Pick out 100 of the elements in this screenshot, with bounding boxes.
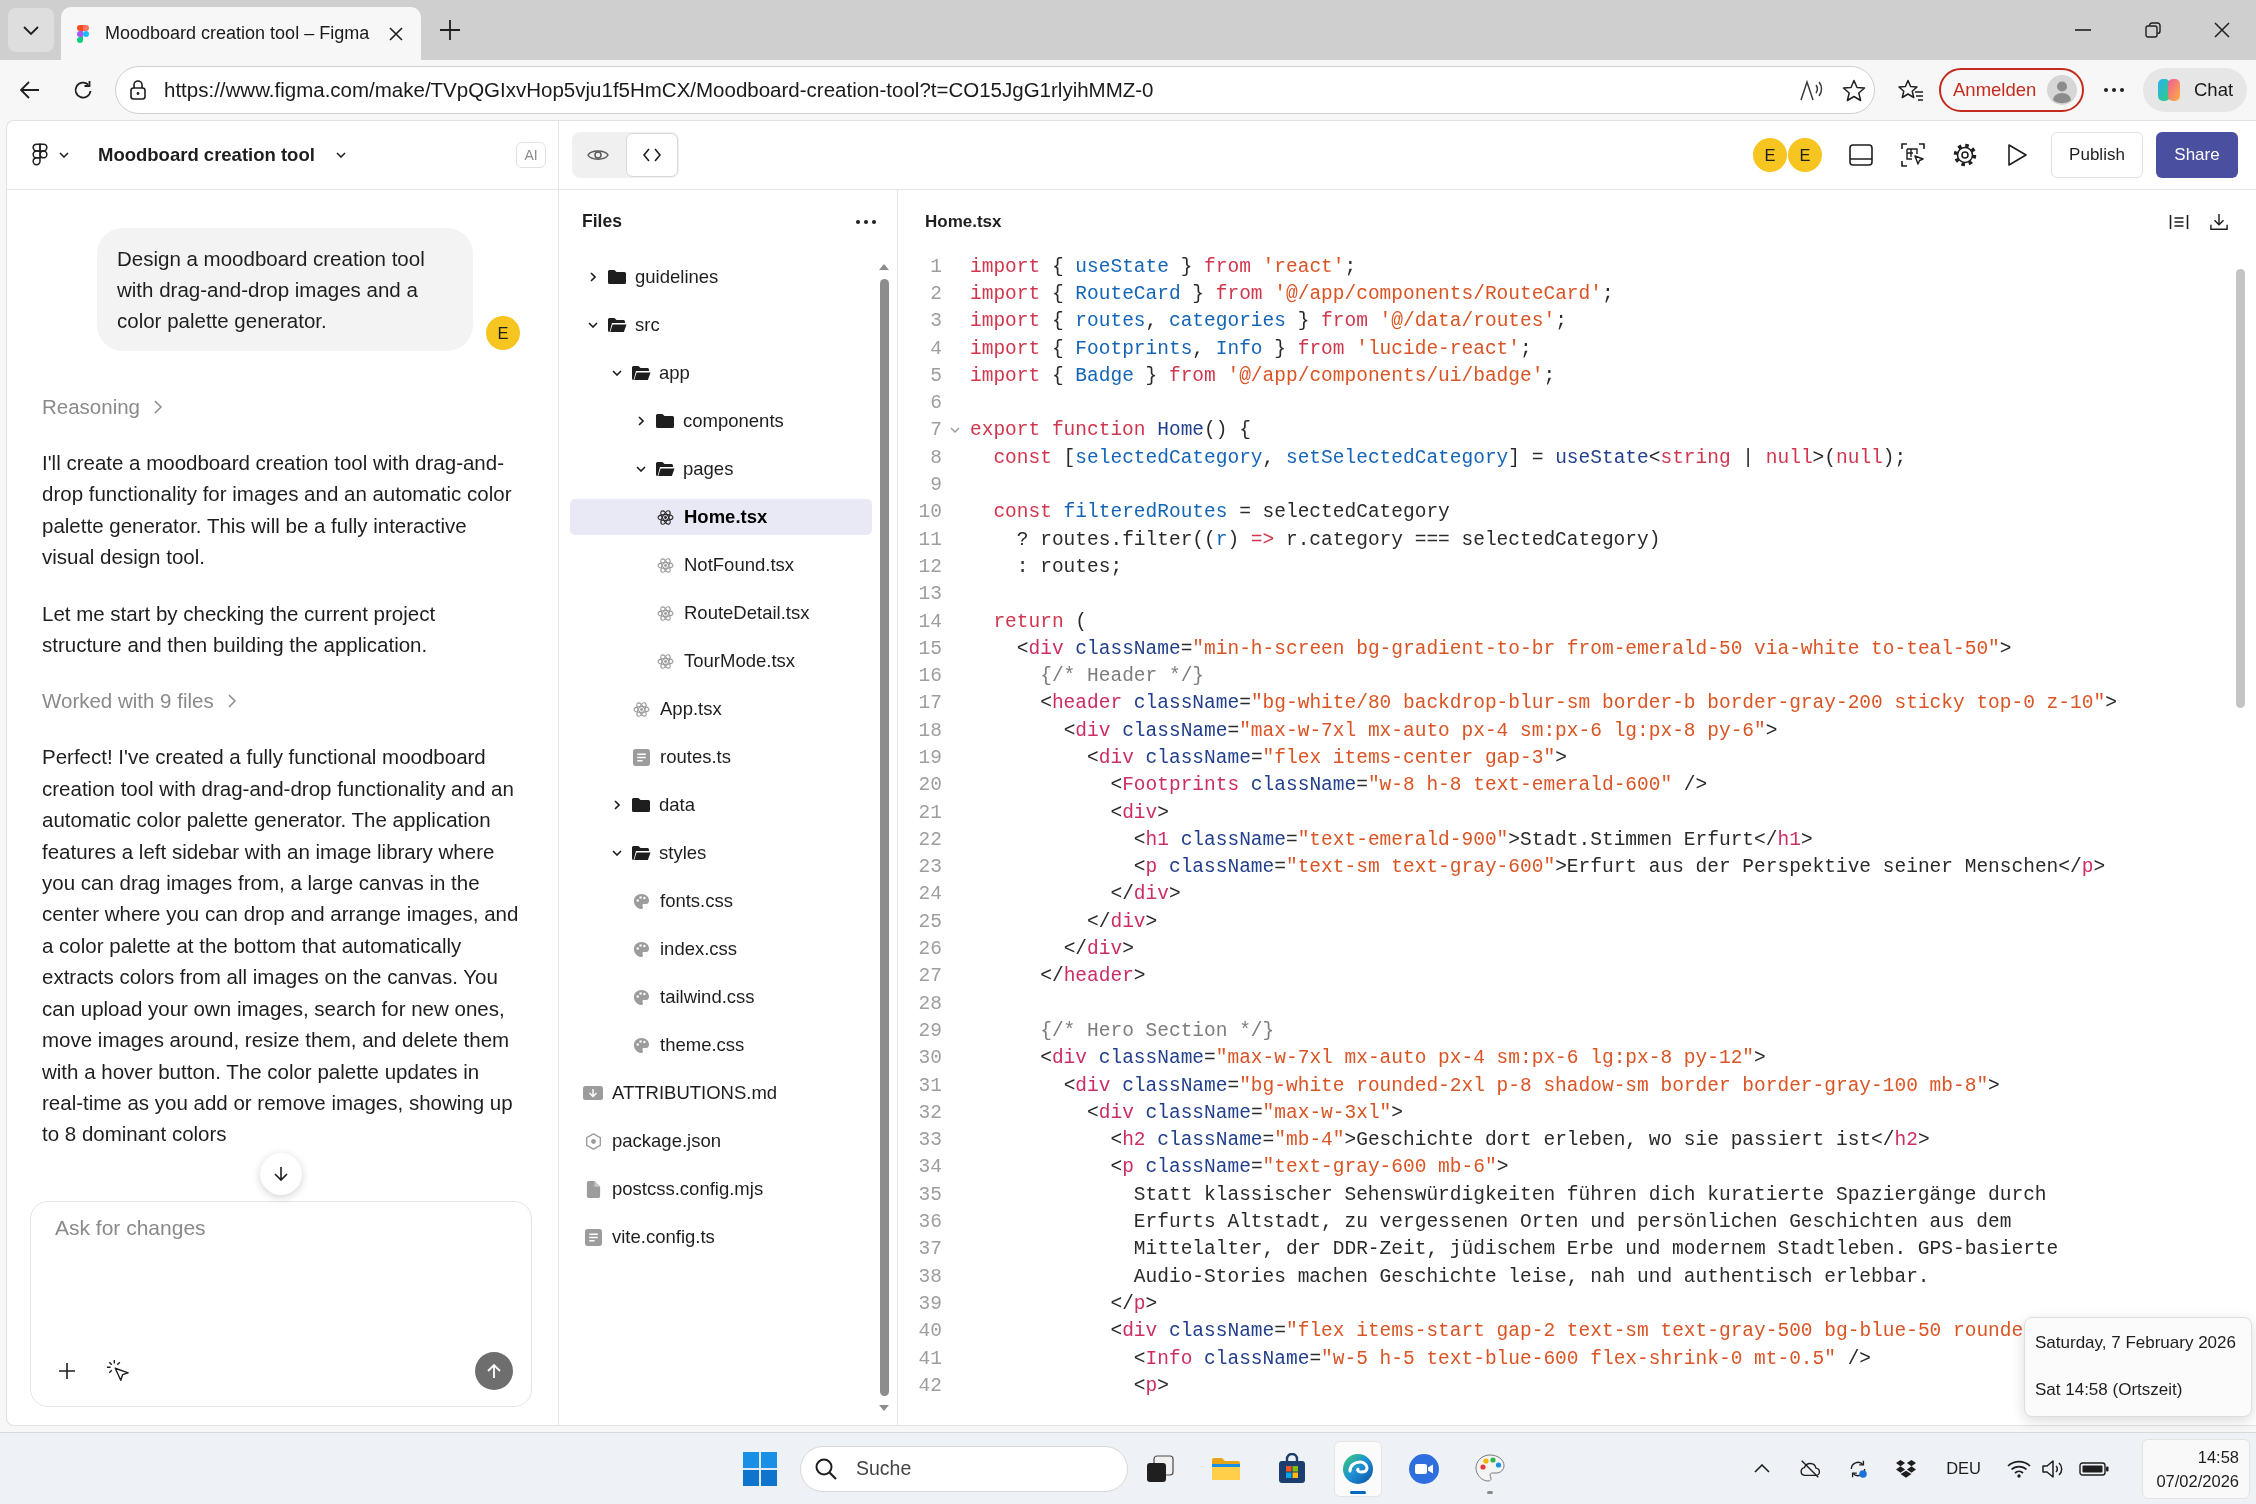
taskbar-clock[interactable]: 14:58 07/02/2026 (2142, 1438, 2250, 1499)
tree-item[interactable]: TourMode.tsx (570, 643, 872, 679)
code-line: import { useState } from 'react'; (970, 255, 1357, 278)
star-icon[interactable] (1842, 78, 1866, 102)
tree-item[interactable]: index.css (570, 931, 872, 967)
tree-item[interactable]: guidelines (570, 259, 872, 295)
tree-item[interactable]: theme.css (570, 1027, 872, 1063)
plus-icon[interactable] (58, 1362, 76, 1380)
fold-caret-icon[interactable] (950, 427, 960, 434)
line-number: 6 (929, 392, 942, 415)
tree-item[interactable]: src (570, 307, 872, 343)
tree-item[interactable]: styles (570, 835, 872, 871)
cloud-off-icon[interactable] (1799, 1458, 1822, 1479)
browser-tab[interactable]: Moodboard creation tool – Figma (61, 7, 421, 60)
tree-item[interactable]: data (570, 787, 872, 823)
code-view-button[interactable] (626, 133, 678, 177)
code-line: Erfurts Altstadt, zu vergessenen Orten und persönlichen Geschichten aus dem (1133, 1211, 2012, 1234)
send-button[interactable] (475, 1352, 513, 1390)
store-bag-icon (1276, 1452, 1308, 1485)
tree-item[interactable]: package.json (570, 1123, 872, 1159)
address-bar[interactable]: https://www.figma.com/make/TVpQGIxvHop5vju1f5HmCX/Moodboard-creation-tool?t=CO15JgG1rlyihMMZ-0 (115, 66, 1875, 114)
line-number: 27 (917, 965, 942, 988)
more-icon[interactable] (856, 219, 876, 224)
line-number: 39 (917, 1292, 942, 1315)
input-language[interactable]: DEU (1946, 1459, 1981, 1478)
sign-in-button[interactable]: Anmelden (1939, 68, 2084, 112)
user-avatar: E (1788, 138, 1822, 172)
more-icon[interactable] (2104, 88, 2124, 92)
search-field[interactable]: Suche (800, 1445, 1128, 1492)
play-icon[interactable] (2005, 143, 2029, 167)
atom-icon (632, 700, 650, 718)
code-line: import { routes, categories } from '@/data/routes'; (970, 310, 1567, 333)
refresh-icon[interactable] (73, 80, 93, 100)
caret-down-icon[interactable] (59, 152, 69, 158)
line-number: 20 (917, 774, 942, 797)
tree-item[interactable]: ATTRIBUTIONS.md (570, 1075, 872, 1111)
read-aloud-icon[interactable] (1800, 79, 1824, 101)
line-number: 10 (917, 501, 942, 524)
chevron-up-icon[interactable] (1754, 1464, 1771, 1473)
settings-icon[interactable] (1953, 143, 1977, 167)
scroll-down-icon[interactable] (879, 1405, 889, 1411)
ai-badge[interactable]: AI (516, 142, 546, 168)
battery-icon[interactable] (2079, 1461, 2109, 1476)
tree-item[interactable]: Home.tsx (570, 499, 872, 535)
back-icon[interactable] (20, 81, 40, 99)
tree-item[interactable]: components (570, 403, 872, 439)
line-number: 42 (917, 1374, 942, 1397)
code-line: return ( (993, 610, 1088, 633)
chat-button[interactable]: Chat (2143, 68, 2247, 112)
open-box-icon[interactable] (1895, 1458, 1918, 1479)
plus-icon[interactable] (439, 19, 461, 41)
app-logo-icon[interactable] (32, 143, 48, 167)
start-menu-icon[interactable] (743, 1451, 777, 1486)
atom-icon (656, 508, 674, 526)
line-number: 33 (917, 1129, 942, 1152)
scroll-down-button[interactable] (260, 1153, 302, 1195)
project-title[interactable]: Moodboard creation tool (98, 144, 315, 166)
download-icon[interactable] (2209, 212, 2229, 231)
tree-item[interactable]: fonts.css (570, 883, 872, 919)
palette-icon (632, 892, 650, 910)
code-line: Mittelalter, der DDR-Zeit, jüdischem Erbe und modernem Stadtleben. GPS-basierte (1133, 1238, 2059, 1261)
line-number: 1 (929, 255, 942, 278)
folder-open-icon (655, 461, 675, 477)
code-line: </p> (1110, 1292, 1158, 1315)
wifi-icon[interactable] (2007, 1459, 2031, 1478)
select-frame-icon[interactable] (1901, 143, 1925, 167)
publish-button[interactable]: Publish (2051, 132, 2143, 178)
caret-down-icon[interactable] (335, 152, 346, 158)
format-lines-icon[interactable] (2169, 212, 2189, 231)
code-line: </header> (1040, 965, 1146, 988)
close-icon[interactable] (2214, 22, 2230, 38)
tree-item[interactable]: tailwind.css (570, 979, 872, 1015)
tree-item[interactable]: routes.ts (570, 739, 872, 775)
tree-item[interactable]: app (570, 355, 872, 391)
scrollbar-thumb[interactable] (2236, 269, 2245, 708)
tree-item[interactable]: App.tsx (570, 691, 872, 727)
tree-item[interactable]: pages (570, 451, 872, 487)
code-line: <div className="flex items-start gap-2 text-sm text-gray-500 bg-blue-50 rounde (1110, 1320, 2024, 1343)
tree-item[interactable]: postcss.config.mjs (570, 1171, 872, 1207)
assistant-message: Perfect! I've created a fully functional moodboard creation tool with drag-and-drop functionality and an automatic color palette generator. The application features a left sidebar with an image library where you can drag images from, a large canvas in the center where you can drop and arrange images, and a color palette at the bottom that automatically extracts colors from all images on the canvas. You can upload your own images, search for new ones, move images around, resize them, and delete them with a hover button. The color palette updates in real-time as you add or remove images, showing up to 8 dominant colors (42, 744, 520, 1148)
scrollbar-thumb[interactable] (879, 279, 889, 1396)
code-line: : routes; (1016, 555, 1123, 578)
speaker-icon[interactable] (2042, 1458, 2064, 1479)
line-number: 36 (917, 1211, 942, 1234)
restore-icon[interactable] (2145, 22, 2161, 38)
code-line: import { Badge } from '@/app/components/ui/badge'; (970, 364, 1556, 387)
close-icon[interactable] (389, 26, 403, 41)
tab-list-button[interactable] (8, 8, 54, 52)
cursor-sparkle-icon[interactable] (106, 1359, 130, 1383)
line-number: 24 (917, 883, 942, 906)
share-button[interactable]: Share (2156, 132, 2238, 178)
scroll-up-icon[interactable] (879, 264, 889, 270)
tree-item[interactable]: NotFound.tsx (570, 547, 872, 583)
layout-panel-icon[interactable] (1849, 143, 1873, 167)
tree-item[interactable]: vite.config.ts (570, 1219, 872, 1255)
line-number: 18 (917, 719, 942, 742)
collapsible-toggle[interactable]: Worked with 9 files (42, 685, 236, 717)
code-line: <div> (1110, 801, 1169, 824)
favorites-icon[interactable] (1898, 79, 1924, 101)
tree-item[interactable]: RouteDetail.tsx (570, 595, 872, 631)
